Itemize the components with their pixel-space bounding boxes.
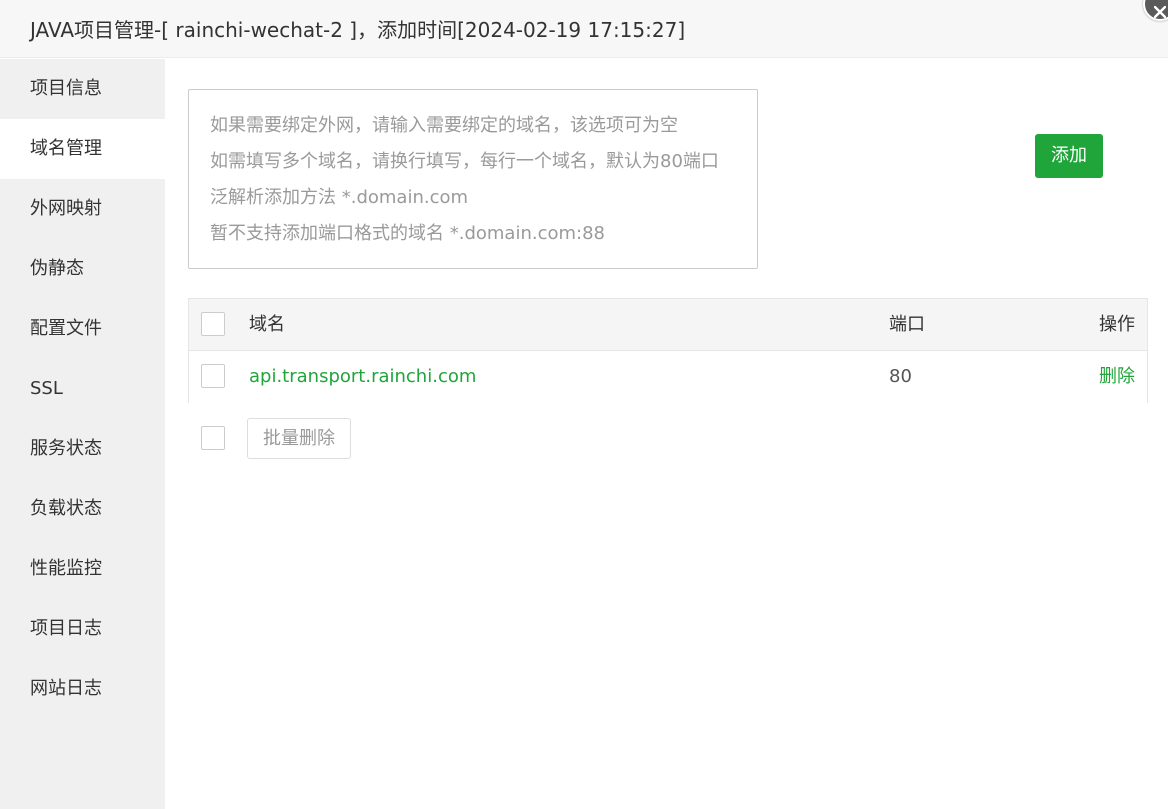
port-value: 80 — [889, 366, 912, 387]
close-icon — [1154, 6, 1166, 18]
header-port: 端口 — [889, 314, 925, 335]
sidebar-item-project-log[interactable]: 项目日志 — [0, 599, 165, 659]
batch-select-checkbox[interactable] — [201, 426, 225, 450]
sidebar-item-rewrite[interactable]: 伪静态 — [0, 239, 165, 299]
batch-delete-button[interactable]: 批量删除 — [247, 418, 351, 459]
placeholder-line: 如果需要绑定外网，请输入需要绑定的域名，该选项可为空 — [210, 115, 678, 136]
sidebar-item-performance-monitor[interactable]: 性能监控 — [0, 539, 165, 599]
row-checkbox[interactable] — [201, 364, 225, 388]
window-title: JAVA项目管理-[ rainchi-wechat-2 ]，添加时间[2024-… — [30, 18, 686, 42]
sidebar-item-project-info[interactable]: 项目信息 — [0, 59, 165, 119]
domain-input[interactable]: 如果需要绑定外网，请输入需要绑定的域名，该选项可为空 如需填写多个域名，请换行填… — [188, 89, 758, 269]
domain-table: 域名 端口 操作 api.transport.rainchi.com 80 删除 — [188, 298, 1148, 403]
placeholder-line: 如需填写多个域名，请换行填写，每行一个域名，默认为80端口 — [210, 151, 719, 172]
sidebar-item-service-status[interactable]: 服务状态 — [0, 419, 165, 479]
sidebar-item-external-mapping[interactable]: 外网映射 — [0, 179, 165, 239]
sidebar: 项目信息 域名管理 外网映射 伪静态 配置文件 SSL 服务状态 负载状态 性能… — [0, 59, 165, 809]
header-domain: 域名 — [249, 314, 285, 335]
add-button[interactable]: 添加 — [1035, 134, 1103, 178]
sidebar-item-ssl[interactable]: SSL — [0, 359, 165, 419]
select-all-checkbox[interactable] — [201, 312, 225, 336]
domain-link[interactable]: api.transport.rainchi.com — [249, 351, 476, 403]
sidebar-item-domain-management[interactable]: 域名管理 — [0, 119, 165, 179]
title-bar: JAVA项目管理-[ rainchi-wechat-2 ]，添加时间[2024-… — [0, 0, 1168, 58]
table-row: api.transport.rainchi.com 80 删除 — [189, 351, 1147, 403]
delete-link[interactable]: 删除 — [1099, 351, 1135, 403]
sidebar-item-load-status[interactable]: 负载状态 — [0, 479, 165, 539]
sidebar-item-site-log[interactable]: 网站日志 — [0, 659, 165, 719]
placeholder-line: 泛解析添加方法 *.domain.com — [210, 187, 469, 208]
sidebar-item-config-file[interactable]: 配置文件 — [0, 299, 165, 359]
header-action: 操作 — [1099, 314, 1135, 335]
placeholder-line: 暂不支持添加端口格式的域名 *.domain.com:88 — [210, 223, 605, 244]
table-header: 域名 端口 操作 — [189, 299, 1147, 351]
